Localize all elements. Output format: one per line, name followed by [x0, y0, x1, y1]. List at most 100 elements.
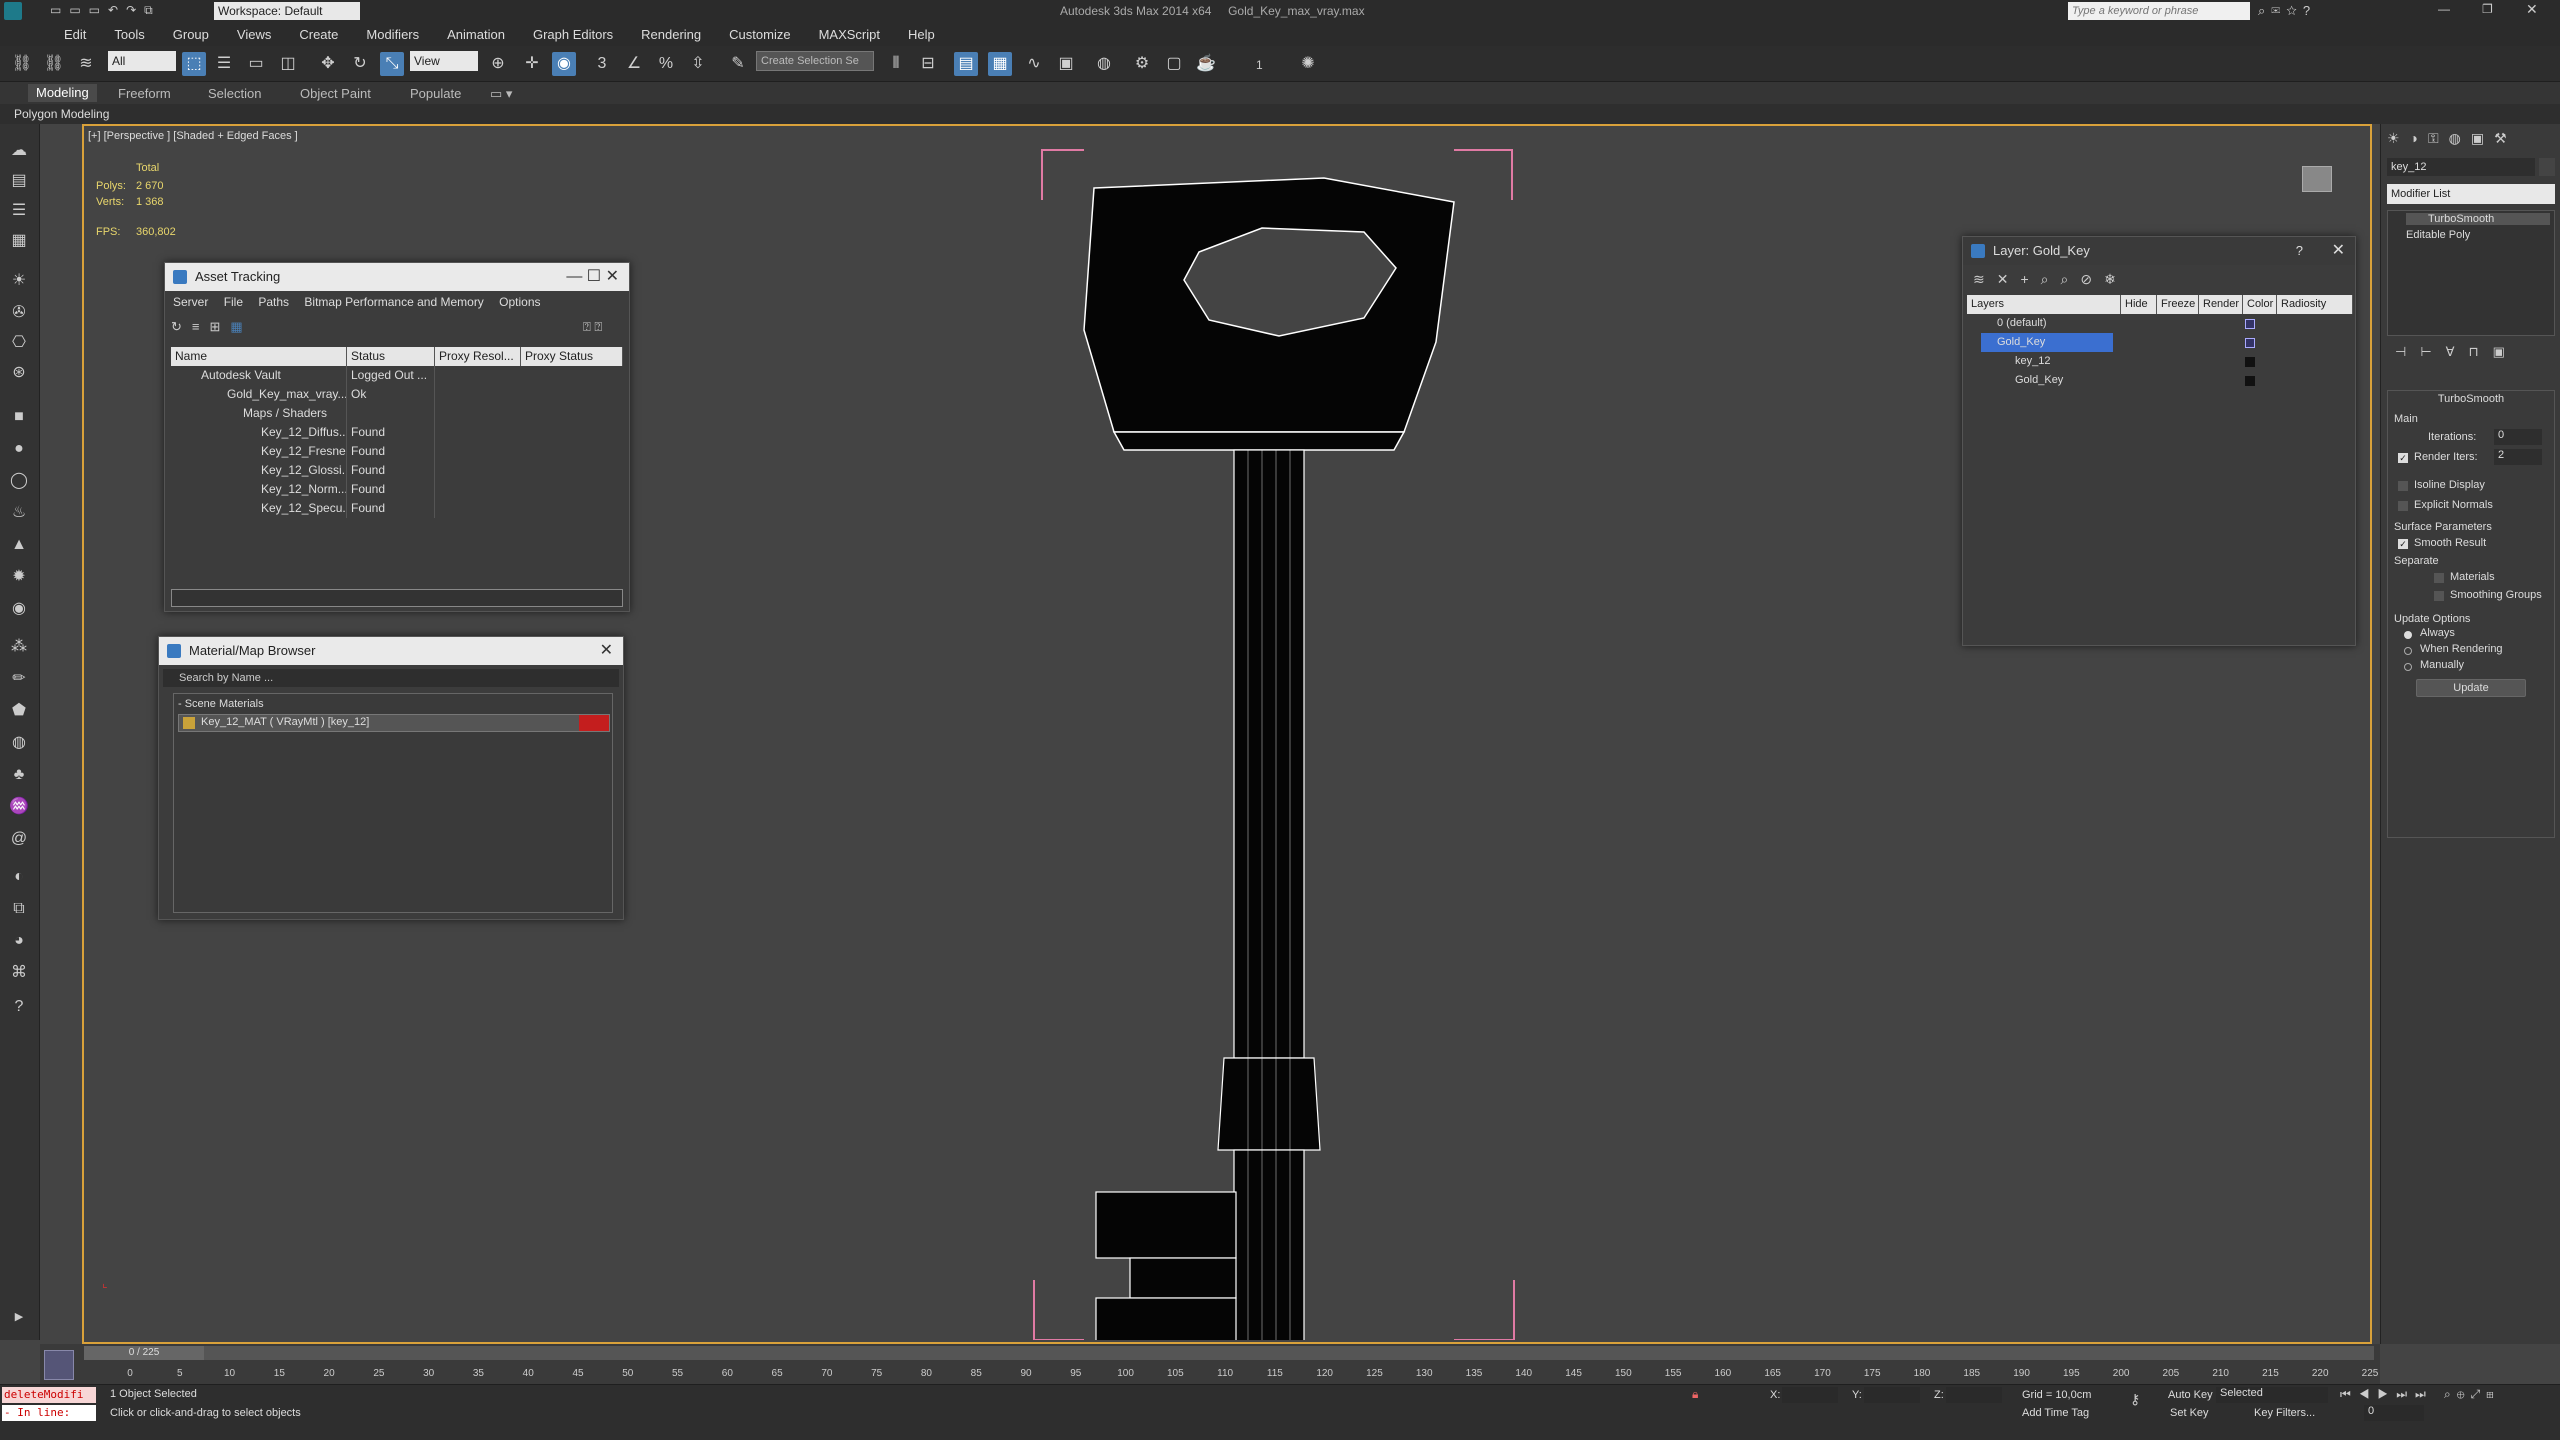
explicit-normals-checkbox[interactable] — [2398, 501, 2408, 511]
particles-icon[interactable]: ⁂ — [6, 634, 32, 660]
named-selection-dropdown[interactable]: Create Selection Se — [756, 51, 874, 71]
sun-icon[interactable]: ✹ — [6, 564, 32, 590]
iterations-spinner[interactable]: 0 — [2494, 429, 2542, 445]
quick-access-icons[interactable]: ▭▭▭↶↷⧉ — [50, 3, 161, 18]
col-name[interactable]: Name — [171, 347, 347, 366]
table-row[interactable]: Key_12_Norm... Found — [171, 480, 623, 499]
rect-selection-icon[interactable]: ▭ — [244, 52, 268, 76]
search-input[interactable] — [2068, 2, 2250, 20]
command-panel-tabs[interactable]: ☀◑⚿◍▣⚒ — [2387, 130, 2517, 147]
spinner-snap-icon[interactable]: ⇳ — [686, 52, 710, 76]
rotate-icon[interactable]: ↻ — [348, 52, 372, 76]
lock-icon[interactable]: 🔒︎ — [1692, 1387, 1698, 1402]
schematic-view-icon[interactable]: ▣ — [1054, 52, 1078, 76]
delete-layer-icon[interactable]: ✕ — [1997, 271, 2021, 287]
layer-row-selected[interactable]: Gold_Key — [1967, 333, 2353, 352]
menu-tools[interactable]: Tools — [100, 27, 158, 42]
wrench-icon[interactable]: ✇ — [6, 300, 32, 326]
layer-row[interactable]: 0 (default) — [1967, 314, 2353, 333]
time-slider-handle[interactable]: 0 / 225 — [84, 1346, 204, 1360]
render-production-icon[interactable]: ☕ — [1194, 52, 1218, 76]
app-logo[interactable] — [4, 2, 22, 20]
table-row[interactable]: Maps / Shaders — [171, 404, 623, 423]
material-browser-close[interactable]: ✕ — [600, 637, 613, 665]
teapot-icon[interactable]: ♨ — [6, 500, 32, 526]
angle-snap-icon[interactable]: ∠ — [622, 52, 646, 76]
tab-populate[interactable]: Populate — [410, 86, 461, 101]
current-frame-field[interactable]: 0 — [2364, 1405, 2424, 1421]
isoline-checkbox[interactable] — [2398, 481, 2408, 491]
cone-icon[interactable]: ▲ — [6, 532, 32, 558]
key-filters-button[interactable]: Key Filters... — [2254, 1407, 2315, 1419]
object-name-field[interactable]: key_12 — [2387, 158, 2535, 176]
layer-manager-icon[interactable]: ▤ — [954, 52, 978, 76]
select-layer-icon[interactable]: ⌕ — [2041, 271, 2061, 287]
sphere-icon[interactable]: ● — [6, 436, 32, 462]
stack-item-editable-poly[interactable]: Editable Poly — [2406, 229, 2470, 241]
scene-icon[interactable]: ⧉ — [6, 896, 32, 922]
table-row[interactable]: Key_12_Glossi... Found — [171, 461, 623, 480]
col-status[interactable]: Status — [347, 347, 435, 366]
table-row[interactable]: Gold_Key_max_vray.... Ok — [171, 385, 623, 404]
box-icon[interactable]: ■ — [6, 404, 32, 430]
tab-freeform[interactable]: Freeform — [118, 86, 171, 101]
always-radio[interactable] — [2404, 631, 2412, 639]
material-list[interactable]: - Scene Materials Key_12_MAT ( VRayMtl )… — [173, 693, 613, 913]
selection-filter-dropdown[interactable]: All — [108, 51, 176, 71]
shapes-icon[interactable]: ⬟ — [6, 698, 32, 724]
infocenter-icons[interactable]: ⌕✉☆? — [2258, 3, 2316, 19]
layers-icon[interactable]: ≋ — [1973, 271, 1997, 287]
asset-help-icons[interactable]: ⍰ ⍰ — [583, 319, 602, 335]
mirror-icon[interactable]: ⫴ — [884, 52, 908, 76]
menu-create[interactable]: Create — [285, 27, 352, 42]
select-by-name-icon[interactable]: ☰ — [212, 52, 236, 76]
asset-tracking-panel[interactable]: Asset Tracking — ☐ ✕ Server File Paths B… — [164, 262, 630, 612]
smoothing-groups-checkbox[interactable] — [2434, 591, 2444, 601]
paint-icon[interactable]: ✏ — [6, 666, 32, 692]
selected-dropdown[interactable]: Selected — [2216, 1387, 2328, 1403]
menu-animation[interactable]: Animation — [433, 27, 519, 42]
menu-rendering[interactable]: Rendering — [627, 27, 715, 42]
col-proxy-status[interactable]: Proxy Status — [521, 347, 623, 366]
freeze-all-icon[interactable]: ❄ — [2104, 271, 2128, 287]
scale-icon[interactable]: ⤡ — [380, 52, 404, 76]
close-button[interactable]: ✕ — [2526, 1, 2538, 18]
key-icon[interactable]: ⚷ — [2130, 1391, 2140, 1408]
col-proxy-res[interactable]: Proxy Resol... — [435, 347, 521, 366]
gold-key-mesh[interactable] — [1024, 140, 1534, 1340]
viewcube-icon[interactable] — [2302, 166, 2332, 192]
spiral-icon[interactable]: @ — [6, 826, 32, 852]
asset-path-field[interactable] — [171, 589, 623, 607]
asset-tracking-titlebar[interactable]: Asset Tracking — ☐ ✕ — [165, 263, 629, 291]
object-color-swatch[interactable] — [2539, 158, 2555, 176]
playback-controls[interactable]: ⏮◀▶⏭⏭ — [2340, 1387, 2434, 1402]
list-icon[interactable]: ☰ — [6, 198, 32, 224]
workspace-dropdown[interactable]: Workspace: Default — [214, 2, 360, 20]
menu-customize[interactable]: Customize — [715, 27, 804, 42]
rendered-frame-icon[interactable]: ▢ — [1162, 52, 1186, 76]
materials-checkbox[interactable] — [2434, 573, 2444, 583]
pivot-icon[interactable]: ⊕ — [486, 52, 510, 76]
percent-snap-icon[interactable]: % — [654, 52, 678, 76]
tab-modeling[interactable]: Modeling — [28, 84, 97, 102]
tree-icon[interactable]: ♣ — [6, 762, 32, 788]
rollout-title[interactable]: TurboSmooth — [2388, 393, 2554, 405]
hide-all-icon[interactable]: ⊘ — [2080, 271, 2104, 287]
maximize-button[interactable]: ❐ — [2482, 2, 2493, 16]
timeline-ruler[interactable]: 0 5 10 15 20 25 30 35 40 45 50 55 60 65 70 75 80 85 90 95 10… — [127, 1364, 2378, 1382]
when-rendering-radio[interactable] — [2404, 647, 2412, 655]
add-time-tag[interactable]: Add Time Tag — [2022, 1407, 2089, 1419]
menu-graph-editors[interactable]: Graph Editors — [519, 27, 627, 42]
time-slider[interactable]: 0 / 225 — [84, 1346, 2374, 1360]
asset-tracking-close[interactable]: — ☐ ✕ — [566, 263, 619, 291]
graphite-ribbon-icon[interactable]: ▦ — [988, 52, 1012, 76]
vray-sphere-icon[interactable]: ◕ — [6, 928, 32, 954]
script-icon[interactable]: ⌘ — [6, 960, 32, 986]
table-row[interactable]: Key_12_Diffus... Found — [171, 423, 623, 442]
menu-help[interactable]: Help — [894, 27, 949, 42]
menu-views[interactable]: Views — [223, 27, 285, 42]
help-icon[interactable]: ? — [6, 994, 32, 1020]
modifier-list-dropdown[interactable]: Modifier List — [2387, 184, 2555, 204]
cloud-icon[interactable]: ☁ — [6, 138, 32, 164]
table-row[interactable]: Key_12_Fresne... Found — [171, 442, 623, 461]
